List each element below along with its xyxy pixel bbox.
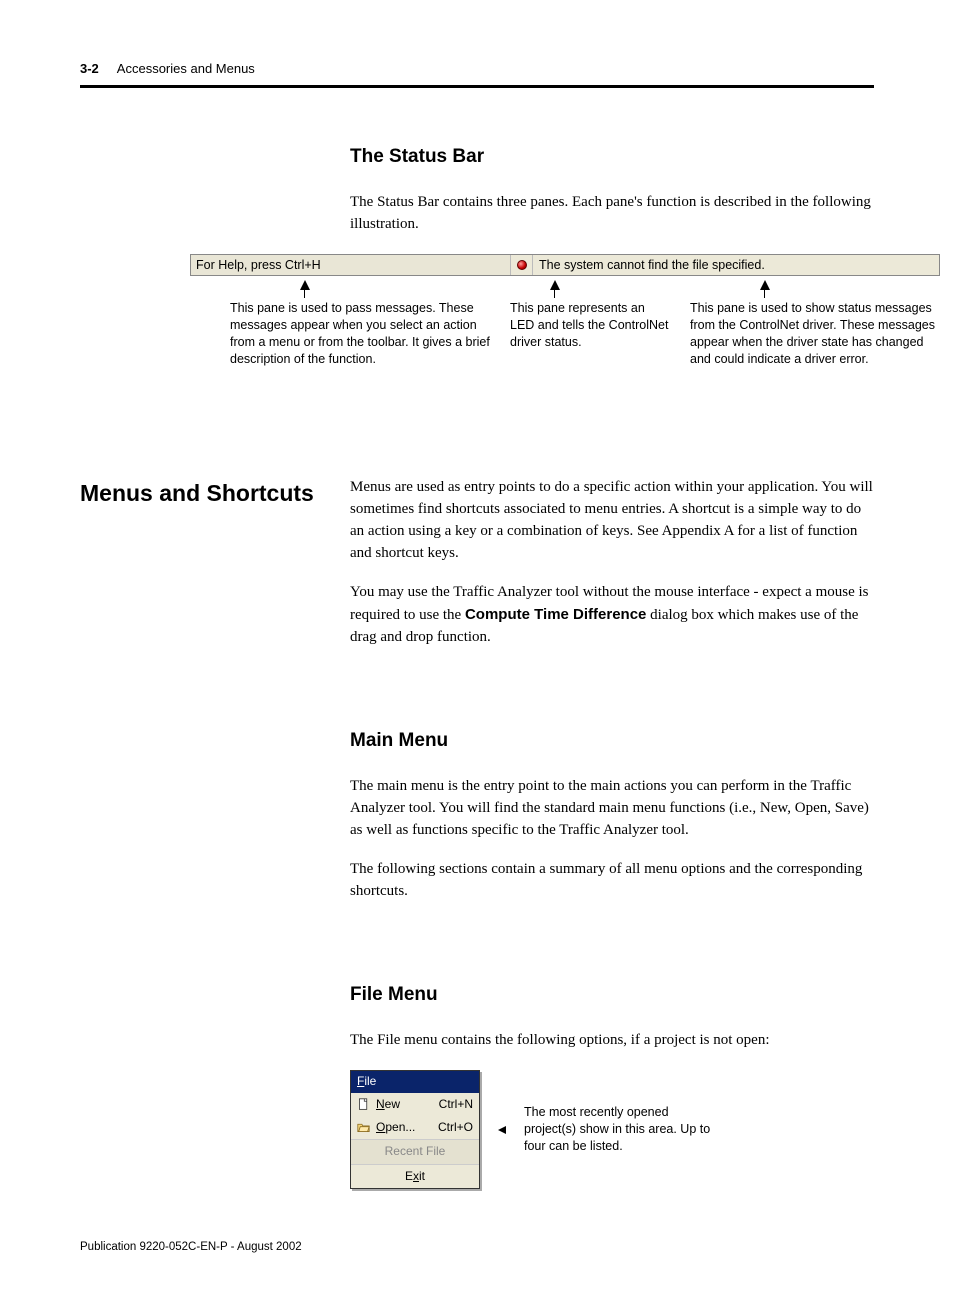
new-file-icon	[357, 1098, 370, 1111]
main-menu-para-1: The main menu is the entry point to the …	[350, 776, 874, 841]
file-menu-intro: The File menu contains the following opt…	[350, 1030, 874, 1052]
menus-para-2: You may use the Traffic Analyzer tool wi…	[350, 582, 874, 648]
file-menu-figure: File New Ctrl+N Open... Ctrl+O Recent Fi…	[350, 1070, 874, 1189]
arrow-up-icon	[550, 280, 560, 290]
compute-time-diff-label: Compute Time Difference	[465, 606, 646, 623]
status-pane-messages: For Help, press Ctrl+H	[191, 255, 511, 275]
open-folder-icon	[357, 1121, 370, 1134]
menu-item-open[interactable]: Open... Ctrl+O	[351, 1116, 479, 1139]
menu-item-recent: Recent File	[351, 1139, 479, 1164]
page-number: 3-2	[80, 60, 99, 79]
led-icon	[517, 260, 527, 270]
file-menu-callout: The most recently opened project(s) show…	[524, 1104, 714, 1155]
status-pane-driver: The system cannot find the file specifie…	[533, 255, 939, 275]
shortcut-open: Ctrl+O	[438, 1119, 473, 1136]
status-bar-heading: The Status Bar	[350, 143, 940, 171]
status-bar: For Help, press Ctrl+H The system cannot…	[190, 254, 940, 276]
status-annotation-2: This pane represents an LED and tells th…	[510, 280, 670, 368]
file-menu-heading: File Menu	[350, 981, 874, 1009]
status-bar-figure: For Help, press Ctrl+H The system cannot…	[190, 254, 940, 368]
menus-para-1: Menus are used as entry points to do a s…	[350, 477, 874, 564]
file-menu-dropdown: File New Ctrl+N Open... Ctrl+O Recent Fi…	[350, 1070, 480, 1189]
main-menu-para-2: The following sections contain a summary…	[350, 859, 874, 903]
arrow-left-icon	[498, 1126, 506, 1134]
status-bar-intro: The Status Bar contains three panes. Eac…	[350, 192, 940, 236]
page-header: 3-2 Accessories and Menus	[80, 60, 874, 88]
menu-item-exit[interactable]: Exit	[351, 1165, 479, 1188]
publication-footer: Publication 9220-052C-EN-P - August 2002	[80, 1239, 874, 1256]
chapter-title: Accessories and Menus	[117, 60, 255, 79]
status-annotation-1: This pane is used to pass messages. Thes…	[230, 280, 490, 368]
menus-shortcuts-heading: Menus and Shortcuts	[80, 477, 320, 510]
arrow-up-icon	[760, 280, 770, 290]
arrow-up-icon	[300, 280, 310, 290]
shortcut-new: Ctrl+N	[439, 1096, 473, 1113]
status-annotation-3: This pane is used to show status message…	[690, 280, 940, 368]
file-menu-title[interactable]: File	[351, 1071, 479, 1092]
status-pane-led	[511, 255, 533, 275]
main-menu-heading: Main Menu	[350, 727, 874, 755]
menu-item-new[interactable]: New Ctrl+N	[351, 1093, 479, 1116]
